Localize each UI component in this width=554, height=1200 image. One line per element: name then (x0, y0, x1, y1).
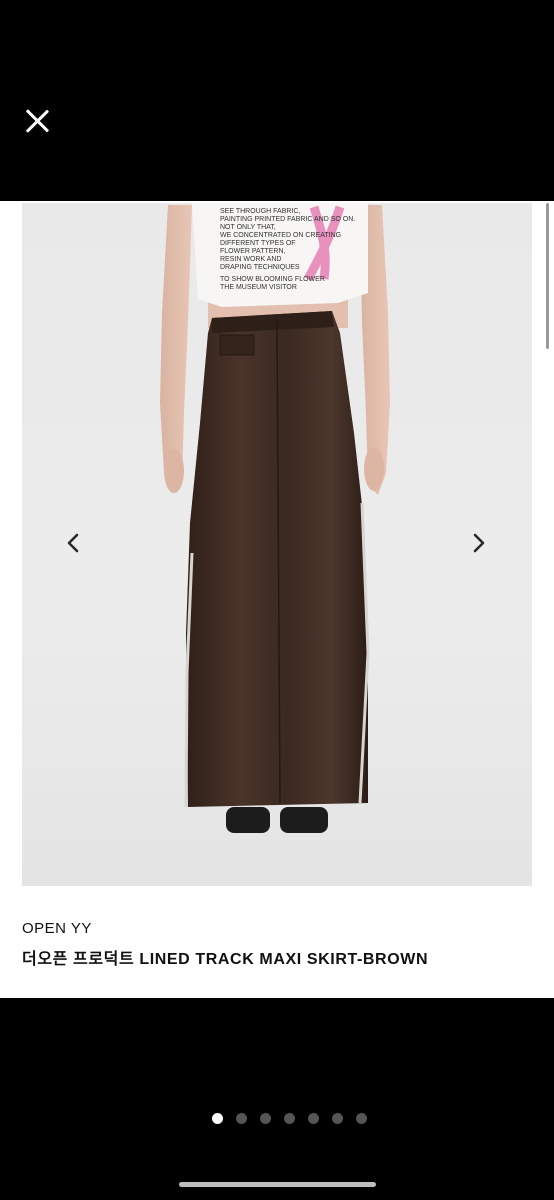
home-indicator[interactable] (179, 1182, 376, 1187)
product-title: 더오픈 프로덕트 LINED TRACK MAXI SKIRT-BROWN (22, 951, 429, 968)
svg-text:DRAPING TECHNIQUES: DRAPING TECHNIQUES (220, 264, 300, 271)
svg-text:FLOWER PATTERN,: FLOWER PATTERN, (220, 248, 286, 255)
next-image-button[interactable] (466, 531, 490, 555)
svg-text:RESIN WORK AND: RESIN WORK AND (220, 256, 281, 263)
page-dot-1[interactable] (211, 1113, 223, 1124)
svg-text:DIFFERENT TYPES OF: DIFFERENT TYPES OF (220, 240, 296, 247)
page-dot-6[interactable] (331, 1113, 343, 1124)
svg-text:NOT ONLY THAT,: NOT ONLY THAT, (220, 224, 276, 231)
scrollbar[interactable] (546, 203, 549, 349)
chevron-left-icon (67, 533, 79, 553)
product-card: SEE THROUGH FABRIC, PAINTING PRINTED FAB… (0, 201, 554, 998)
product-photo[interactable]: SEE THROUGH FABRIC, PAINTING PRINTED FAB… (22, 203, 532, 886)
page-dot-3[interactable] (259, 1113, 271, 1124)
page-dot-2[interactable] (235, 1113, 247, 1124)
svg-text:PAINTING PRINTED FABRIC AND SO: PAINTING PRINTED FABRIC AND SO ON. (220, 216, 355, 223)
brand-name: OPEN YY (22, 920, 92, 937)
page-dot-5[interactable] (307, 1113, 319, 1124)
svg-text:THE MUSEUM VISITOR: THE MUSEUM VISITOR (220, 284, 297, 291)
close-button[interactable] (22, 106, 52, 136)
svg-text:TO SHOW BLOOMING FLOWER: TO SHOW BLOOMING FLOWER (220, 276, 325, 283)
product-image: SEE THROUGH FABRIC, PAINTING PRINTED FAB… (160, 203, 390, 833)
prev-image-button[interactable] (62, 531, 86, 555)
chevron-right-icon (473, 533, 485, 553)
page-indicator (0, 1113, 554, 1124)
svg-text:SEE THROUGH FABRIC,: SEE THROUGH FABRIC, (220, 208, 300, 215)
page-dot-4[interactable] (283, 1113, 295, 1124)
page-dot-7[interactable] (355, 1113, 367, 1124)
svg-text:WE CONCENTRATED ON CREATING: WE CONCENTRATED ON CREATING (220, 232, 341, 239)
